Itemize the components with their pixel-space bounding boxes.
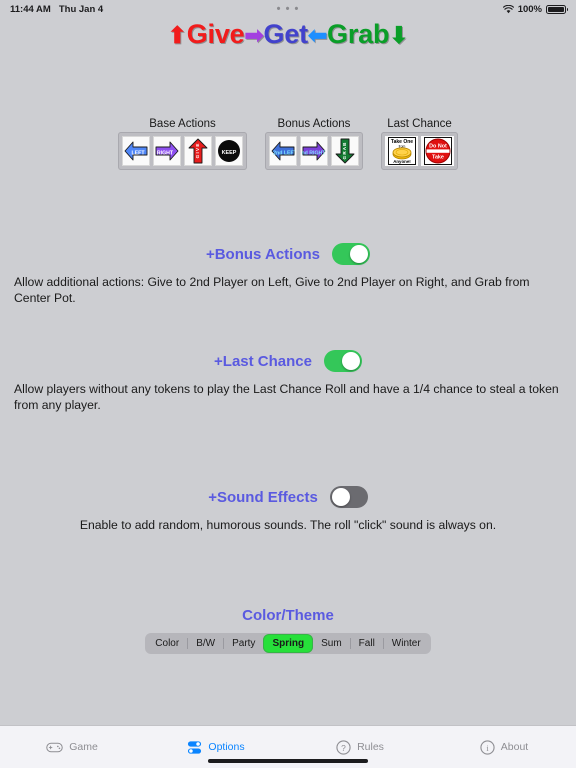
switches-icon xyxy=(187,740,202,755)
segment-b-w[interactable]: B/W xyxy=(188,635,223,652)
bonus-actions-group-title: Bonus Actions xyxy=(277,118,351,130)
color-theme-section: Color/Theme Color B/W Party Spring Sum Fall Wi… xyxy=(0,607,576,654)
tab-bar: Game Options ? Rules i About xyxy=(0,725,576,768)
option-last-chance-toggle[interactable] xyxy=(323,350,362,372)
grab-word: Grab xyxy=(327,19,390,49)
option-sound-effects-header: +Sound Effects xyxy=(0,486,576,508)
base-actions-group: Base Actions LEFT RIGHT G I V E KEEP xyxy=(118,118,247,170)
action-legend: Base Actions LEFT RIGHT G I V E KEEP Bonus Ac… xyxy=(0,118,576,170)
get-word: Get xyxy=(263,19,309,49)
segment-spring[interactable]: Spring xyxy=(264,635,313,652)
tab-options-label: Options xyxy=(208,741,245,753)
option-bonus-actions-label: +Bonus Actions xyxy=(205,245,321,263)
option-bonus-actions-description: Allow additional actions: Give to 2nd Pl… xyxy=(14,275,530,306)
base-actions-group-title: Base Actions xyxy=(149,118,216,130)
right-arrow-icon: ➡ xyxy=(244,22,264,48)
svg-text:i: i xyxy=(486,742,489,752)
segment-winter[interactable]: Winter xyxy=(384,635,429,652)
tile-keep: KEEP xyxy=(215,136,243,166)
status-bar: 11:44 AM Thu Jan 4 • • • 100% xyxy=(0,0,576,18)
multitask-dots[interactable]: • • • xyxy=(0,3,576,15)
segment-party[interactable]: Party xyxy=(224,635,263,652)
option-sound-effects: +Sound Effects Enable to add random, hum… xyxy=(0,486,576,533)
color-theme-title: Color/Theme xyxy=(242,607,334,624)
battery-full-icon xyxy=(546,4,568,14)
tile-2nd-right: 2nd RIGHT xyxy=(300,136,328,166)
app-title: ⬆Give➡Get⬅Grab⬇ xyxy=(0,19,576,50)
app-root: 11:44 AM Thu Jan 4 • • • 100% ⬆Give➡Get⬅… xyxy=(0,0,576,768)
last-chance-group-tiles: Take One from Anyone! Do Not Take xyxy=(381,132,458,170)
option-bonus-actions-header: +Bonus Actions xyxy=(0,243,576,265)
tab-rules-label: Rules xyxy=(357,741,384,753)
svg-text:G R A B: G R A B xyxy=(342,142,347,160)
tile-left: LEFT xyxy=(122,136,150,166)
tab-rules[interactable]: ? Rules xyxy=(288,739,432,755)
option-bonus-actions-toggle[interactable] xyxy=(332,243,371,265)
tile-grab: G R A B xyxy=(331,136,359,166)
option-last-chance: +Last Chance Allow players without any t… xyxy=(0,350,576,414)
option-sound-effects-description: Enable to add random, humorous sounds. T… xyxy=(79,518,497,532)
segment-sum[interactable]: Sum xyxy=(313,635,350,652)
svg-text:?: ? xyxy=(341,742,346,752)
segment-fall[interactable]: Fall xyxy=(351,635,383,652)
svg-text:Take: Take xyxy=(432,154,444,160)
option-last-chance-description: Allow players without any tokens to play… xyxy=(14,382,559,413)
info-circle-icon: i xyxy=(480,739,495,755)
question-circle-icon: ? xyxy=(336,739,351,755)
svg-text:G I V E: G I V E xyxy=(195,144,200,159)
tab-game-label: Game xyxy=(69,741,98,753)
tile-take-one: Take One from Anyone! xyxy=(385,136,418,166)
svg-text:RIGHT: RIGHT xyxy=(157,150,174,156)
tile-2nd-left: 2nd LEFT xyxy=(269,136,297,166)
option-last-chance-header: +Last Chance xyxy=(0,350,576,372)
tab-options[interactable]: Options xyxy=(144,740,288,755)
up-arrow-icon: ⬆ xyxy=(167,22,187,48)
gamepad-icon xyxy=(46,741,63,754)
give-word: Give xyxy=(186,19,245,49)
last-chance-group-title: Last Chance xyxy=(387,118,452,130)
home-indicator xyxy=(208,759,368,763)
color-theme-segmented-control[interactable]: Color B/W Party Spring Sum Fall Winter xyxy=(145,633,431,654)
down-arrow-icon: ⬇ xyxy=(389,22,409,48)
svg-text:2nd LEFT: 2nd LEFT xyxy=(273,150,295,156)
tile-right: RIGHT xyxy=(153,136,181,166)
left-arrow-icon: ⬅ xyxy=(307,22,328,48)
option-last-chance-label: +Last Chance xyxy=(214,352,312,370)
svg-text:2nd RIGHT: 2nd RIGHT xyxy=(302,150,326,156)
bonus-actions-group-tiles: 2nd LEFT 2nd RIGHT G R A B xyxy=(265,132,363,170)
segment-color[interactable]: Color xyxy=(147,635,187,652)
bonus-actions-group: Bonus Actions 2nd LEFT 2nd RIGHT G R A B xyxy=(265,118,363,170)
svg-text:Do Not: Do Not xyxy=(429,144,447,150)
tile-give: G I V E xyxy=(184,136,212,166)
multitask-dots-label: • • • xyxy=(276,3,300,15)
tab-about[interactable]: i About xyxy=(432,739,576,755)
svg-text:LEFT: LEFT xyxy=(132,150,146,156)
tab-about-label: About xyxy=(500,741,529,753)
svg-text:Anyone!: Anyone! xyxy=(393,159,411,164)
option-sound-effects-label: +Sound Effects xyxy=(208,488,318,506)
tab-game[interactable]: Game xyxy=(0,741,144,754)
svg-text:KEEP: KEEP xyxy=(222,150,237,156)
tile-do-not-take: Do Not Take xyxy=(421,136,454,166)
option-bonus-actions: +Bonus Actions Allow additional actions:… xyxy=(0,243,576,307)
base-actions-group-tiles: LEFT RIGHT G I V E KEEP xyxy=(118,132,247,170)
last-chance-group: Last Chance Take One from Anyone! Do Not Take xyxy=(381,118,458,170)
option-sound-effects-toggle[interactable] xyxy=(329,486,368,508)
